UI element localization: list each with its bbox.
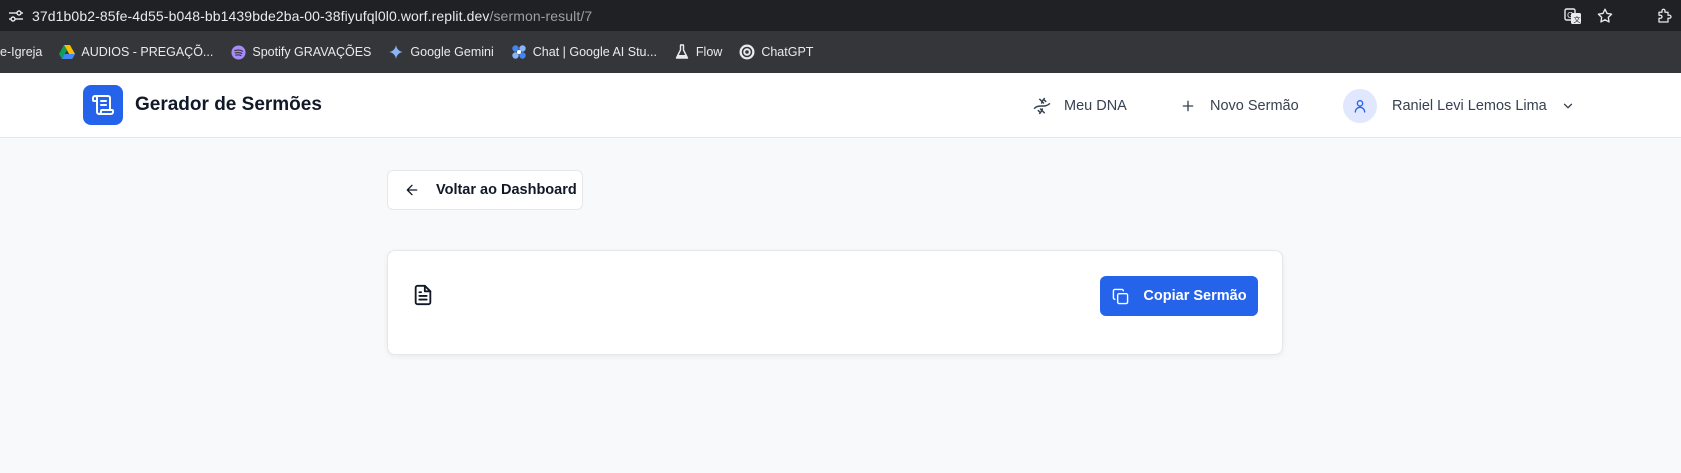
copy-sermon-label: Copiar Sermão — [1143, 288, 1247, 304]
openai-icon — [739, 44, 755, 60]
svg-text:文: 文 — [1574, 15, 1581, 24]
site-settings-icon[interactable] — [8, 8, 24, 24]
bookmark-label: AUDIOS - PREGAÇÕ... — [81, 45, 214, 59]
extensions-icon[interactable] — [1649, 0, 1681, 31]
nav-meu-dna[interactable]: Meu DNA — [1032, 73, 1127, 138]
bookmark-gemini[interactable]: Google Gemini — [388, 44, 494, 60]
document-icon — [412, 283, 434, 307]
brand[interactable]: Gerador de Sermões — [83, 85, 322, 125]
spotify-icon — [230, 44, 246, 60]
nav-novo-sermao[interactable]: Novo Sermão — [1178, 73, 1299, 138]
bookmark-label: e-Igreja — [0, 45, 43, 59]
bookmarks-bar: e-Igreja AUDIOS - PREGAÇÕ... Spotify GRA… — [0, 31, 1681, 73]
bookmark-e-igreja[interactable]: e-Igreja — [0, 45, 42, 59]
google-drive-icon — [59, 44, 76, 60]
copy-icon — [1111, 287, 1129, 305]
avatar — [1343, 88, 1377, 123]
copy-sermon-button[interactable]: Copiar Sermão — [1100, 276, 1258, 316]
url-path: /sermon-result/7 — [489, 7, 593, 24]
flask-icon — [674, 44, 690, 60]
bookmark-label: Flow — [695, 45, 723, 59]
url-host: 37d1b0b2-85fe-4d55-b048-bb1439bde2ba-00-… — [32, 7, 490, 24]
translate-icon[interactable]: G文 — [1557, 0, 1589, 31]
plus-icon — [1178, 96, 1198, 116]
back-to-dashboard-button[interactable]: Voltar ao Dashboard — [387, 170, 583, 210]
bookmark-ai-studio[interactable]: Chat | Google AI Stu... — [511, 44, 657, 60]
nav-meu-dna-label: Meu DNA — [1064, 97, 1127, 114]
bookmark-audios[interactable]: AUDIOS - PREGAÇÕ... — [59, 44, 213, 60]
app-title: Gerador de Sermões — [135, 94, 322, 115]
bookmark-label: Chat | Google AI Stu... — [532, 45, 657, 59]
separator — [1621, 0, 1649, 31]
arrow-left-icon — [404, 182, 420, 198]
scroll-logo-icon — [83, 85, 123, 125]
browser-url-bar[interactable]: 37d1b0b2-85fe-4d55-b048-bb1439bde2ba-00-… — [0, 0, 1681, 31]
bookmark-label: Spotify GRAVAÇÕES — [252, 45, 372, 59]
sermon-card: Copiar Sermão — [387, 250, 1283, 355]
ai-studio-icon — [511, 44, 527, 60]
nav-novo-sermao-label: Novo Sermão — [1210, 97, 1299, 114]
bookmark-flow[interactable]: Flow — [674, 44, 722, 60]
chevron-down-icon — [1561, 99, 1575, 113]
bookmark-spotify[interactable]: Spotify GRAVAÇÕES — [230, 44, 371, 60]
app-header: Gerador de Sermões Meu DNA Novo Sermão R… — [0, 73, 1681, 138]
back-button-label: Voltar ao Dashboard — [436, 182, 577, 198]
url-text[interactable]: 37d1b0b2-85fe-4d55-b048-bb1439bde2ba-00-… — [32, 8, 592, 24]
gemini-icon — [388, 44, 404, 60]
bookmark-star-icon[interactable] — [1589, 0, 1621, 31]
bookmark-label: Google Gemini — [410, 45, 494, 59]
svg-text:G: G — [1567, 11, 1573, 20]
user-name: Raniel Levi Lemos Lima — [1392, 97, 1547, 114]
bookmark-label: ChatGPT — [761, 45, 814, 59]
dna-icon — [1032, 96, 1052, 116]
user-icon — [1354, 99, 1366, 113]
user-menu[interactable]: Raniel Levi Lemos Lima — [1343, 73, 1575, 138]
bookmark-chatgpt[interactable]: ChatGPT — [739, 44, 813, 60]
